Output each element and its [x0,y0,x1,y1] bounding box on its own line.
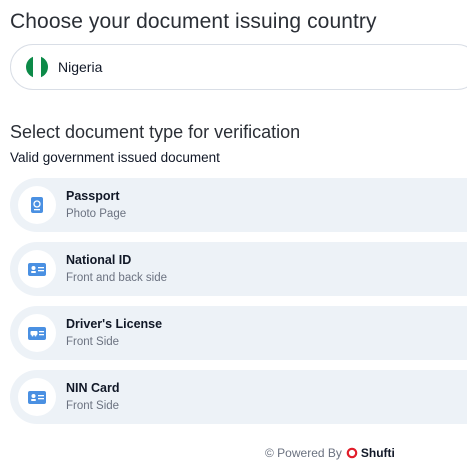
document-type-subheading: Valid government issued document [10,150,220,165]
shufti-logo-icon [346,447,358,459]
document-option-nin-card[interactable]: NIN Card Front Side [10,370,467,424]
passport-icon [18,186,56,224]
document-subtitle: Photo Page [66,207,127,220]
id-card-icon [18,250,56,288]
document-subtitle: Front Side [66,335,120,348]
id-card-icon [18,378,56,416]
document-option-national-id[interactable]: National ID Front and back side [10,242,467,296]
document-option-drivers-license[interactable]: Driver's License Front Side [10,306,467,360]
powered-by-text: © Powered By [265,446,342,460]
country-select[interactable]: Nigeria [10,44,467,90]
country-select-value: Nigeria [58,59,103,75]
document-subtitle: Front Side [66,399,120,412]
document-title: Driver's License [66,316,163,331]
driver-license-icon [18,314,56,352]
document-title: NIN Card [66,380,120,395]
powered-by-footer: © Powered By Shufti [265,446,395,460]
document-subtitle: Front and back side [66,271,168,284]
country-heading: Choose your document issuing country [10,10,377,33]
nigeria-flag-icon [26,56,48,78]
document-option-passport[interactable]: Passport Photo Page [10,178,467,232]
document-type-heading: Select document type for verification [10,122,301,142]
brand-name: Shufti [360,446,395,460]
document-title: Passport [66,188,120,203]
document-title: National ID [66,252,132,267]
